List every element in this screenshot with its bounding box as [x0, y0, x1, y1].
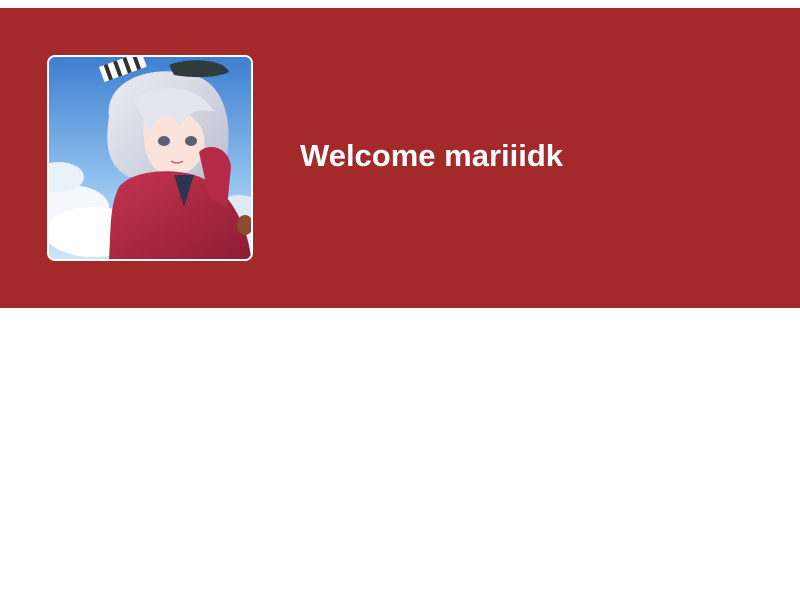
page: Welcome mariiidk — [0, 0, 800, 600]
welcome-heading: Welcome mariiidk — [300, 138, 564, 173]
profile-header-banner: Welcome mariiidk — [0, 8, 800, 308]
avatar[interactable] — [47, 55, 253, 261]
avatar-illustration — [49, 57, 251, 259]
